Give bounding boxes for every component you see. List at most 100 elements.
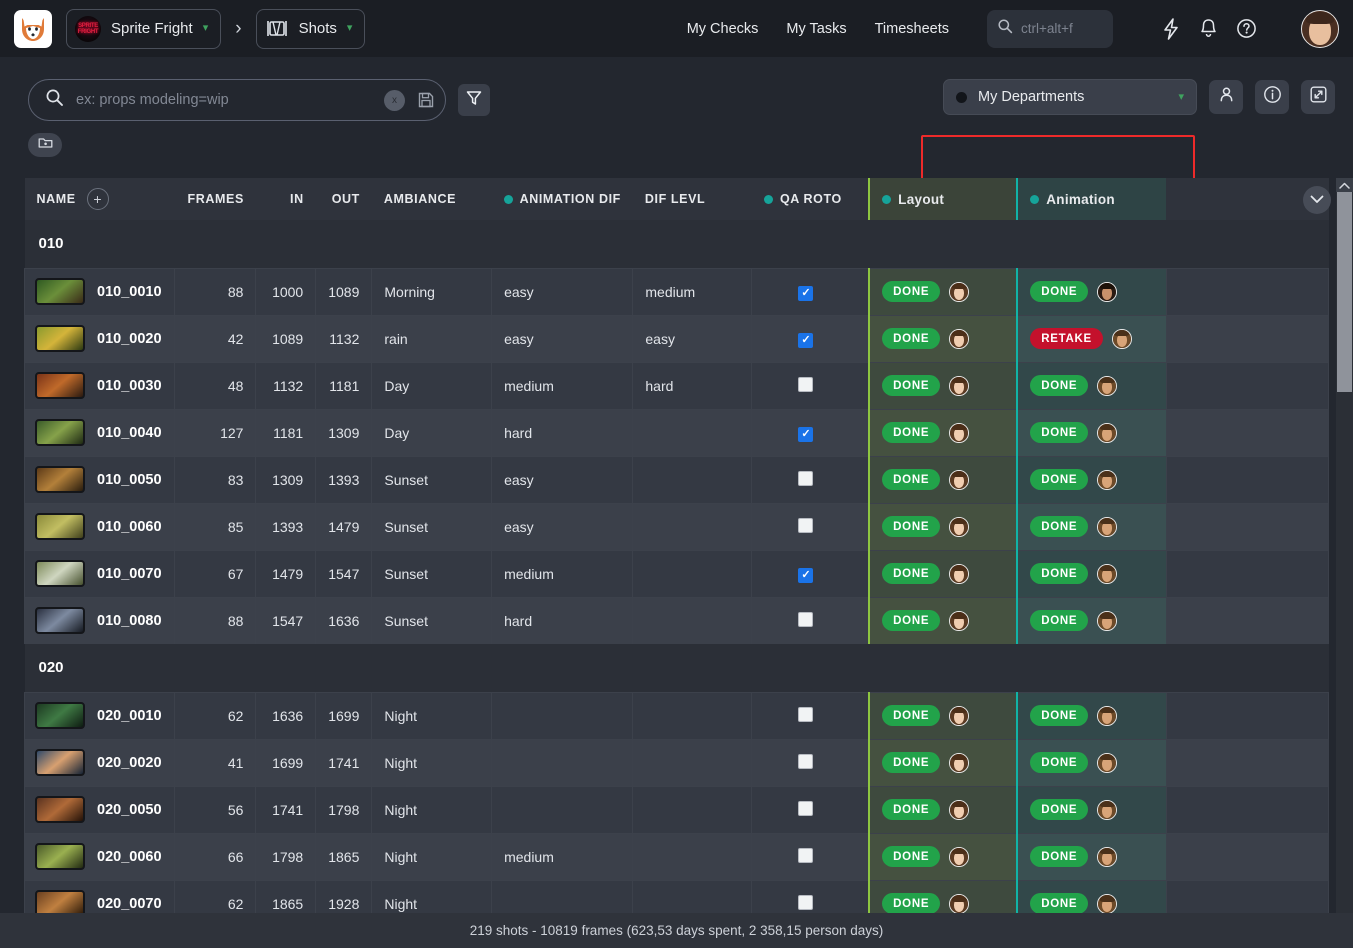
- cell-frames[interactable]: 42: [174, 314, 257, 362]
- cell-out[interactable]: 1636: [315, 596, 373, 644]
- cell-qaroto[interactable]: [751, 455, 870, 503]
- table-row[interactable]: 010_0070 67 1479 1547 Sunset medium ✓ DONE DONE: [24, 549, 1329, 597]
- shot-thumbnail[interactable]: [35, 843, 85, 870]
- folder-toggle-button[interactable]: [28, 133, 62, 157]
- task-assignee-avatar[interactable]: [949, 281, 970, 302]
- cell-out[interactable]: 1309: [315, 408, 373, 456]
- cell-diflevl[interactable]: [632, 455, 753, 503]
- cell-frames[interactable]: 62: [174, 879, 257, 913]
- cell-out[interactable]: 1181: [315, 361, 373, 409]
- cell-in[interactable]: 1636: [255, 691, 317, 739]
- task-status-pill[interactable]: DONE: [882, 705, 941, 726]
- clear-search-button[interactable]: x: [384, 89, 405, 111]
- cell-task-layout[interactable]: DONE: [868, 502, 1018, 550]
- cell-in[interactable]: 1479: [255, 549, 317, 597]
- cell-name[interactable]: 020_0070: [24, 879, 175, 913]
- column-header-diflevl[interactable]: DIF LEVL: [632, 178, 752, 220]
- cell-task-layout[interactable]: DONE: [868, 596, 1018, 644]
- task-assignee-avatar[interactable]: [1097, 752, 1118, 773]
- cell-name[interactable]: 010_0020: [24, 314, 175, 362]
- cell-diflevl[interactable]: medium: [632, 267, 753, 315]
- table-row[interactable]: 010_0060 85 1393 1479 Sunset easy DONE DONE: [24, 502, 1329, 550]
- scrollbar-thumb[interactable]: [1337, 192, 1352, 392]
- cell-ambiance[interactable]: Night: [371, 832, 493, 880]
- cell-diflevl[interactable]: [632, 785, 753, 833]
- column-header-animdif[interactable]: ANIMATION DIF: [491, 178, 633, 220]
- task-assignee-avatar[interactable]: [1097, 799, 1118, 820]
- qa-roto-checkbox[interactable]: [798, 753, 814, 769]
- task-assignee-avatar[interactable]: [1097, 469, 1118, 490]
- qa-roto-checkbox[interactable]: ✓: [798, 285, 814, 301]
- cell-ambiance[interactable]: rain: [371, 314, 493, 362]
- cell-qaroto[interactable]: [751, 738, 870, 786]
- collapse-columns-button[interactable]: [1303, 186, 1331, 214]
- table-row[interactable]: 020_0050 56 1741 1798 Night DONE DONE: [24, 785, 1329, 833]
- task-status-pill[interactable]: DONE: [882, 846, 941, 867]
- nav-timesheets[interactable]: Timesheets: [875, 21, 949, 37]
- qa-roto-checkbox[interactable]: [798, 376, 814, 392]
- shot-thumbnail[interactable]: [35, 796, 85, 823]
- qa-roto-checkbox[interactable]: ✓: [798, 426, 814, 442]
- cell-out[interactable]: 1089: [315, 267, 373, 315]
- shot-thumbnail[interactable]: [35, 325, 85, 352]
- cell-name[interactable]: 010_0030: [24, 361, 175, 409]
- cell-ambiance[interactable]: Sunset: [371, 596, 493, 644]
- cell-diflevl[interactable]: [632, 738, 753, 786]
- cell-out[interactable]: 1132: [315, 314, 373, 362]
- cell-animdif[interactable]: hard: [491, 596, 634, 644]
- task-status-pill[interactable]: DONE: [1030, 281, 1089, 302]
- cell-animdif[interactable]: [491, 879, 634, 913]
- cell-out[interactable]: 1865: [315, 832, 373, 880]
- shot-thumbnail[interactable]: [35, 372, 85, 399]
- cell-qaroto[interactable]: [751, 361, 870, 409]
- task-assignee-avatar[interactable]: [949, 752, 970, 773]
- cell-in[interactable]: 1309: [255, 455, 317, 503]
- cell-task-animation[interactable]: DONE: [1016, 832, 1167, 880]
- cell-out[interactable]: 1928: [315, 879, 373, 913]
- cell-out[interactable]: 1798: [315, 785, 373, 833]
- task-status-pill[interactable]: DONE: [882, 375, 941, 396]
- cell-diflevl[interactable]: [632, 549, 753, 597]
- task-status-pill[interactable]: DONE: [882, 281, 941, 302]
- project-selector[interactable]: SPRITE FRIGHT Sprite Fright ▾: [66, 8, 222, 49]
- cell-animdif[interactable]: [491, 785, 634, 833]
- shot-thumbnail[interactable]: [35, 513, 85, 540]
- cell-diflevl[interactable]: [632, 832, 753, 880]
- task-assignee-avatar[interactable]: [949, 610, 970, 631]
- section-selector[interactable]: Shots ▾: [255, 8, 366, 49]
- cell-frames[interactable]: 41: [174, 738, 257, 786]
- column-header-frames[interactable]: FRAMES: [174, 178, 256, 220]
- cell-in[interactable]: 1089: [255, 314, 317, 362]
- cell-diflevl[interactable]: [632, 596, 753, 644]
- cell-task-animation[interactable]: DONE: [1016, 785, 1167, 833]
- cell-ambiance[interactable]: Night: [371, 738, 493, 786]
- cell-ambiance[interactable]: Day: [371, 361, 493, 409]
- shot-thumbnail[interactable]: [35, 419, 85, 446]
- cell-in[interactable]: 1741: [255, 785, 317, 833]
- task-status-pill[interactable]: DONE: [882, 328, 941, 349]
- table-row[interactable]: 010_0040 127 1181 1309 Day hard ✓ DONE DONE: [24, 408, 1329, 456]
- cell-task-layout[interactable]: DONE: [868, 691, 1018, 739]
- table-row[interactable]: 010_0010 88 1000 1089 Morning easy medium ✓ DONE…: [24, 267, 1329, 315]
- task-assignee-avatar[interactable]: [1111, 328, 1132, 349]
- cell-task-animation[interactable]: DONE: [1016, 549, 1167, 597]
- task-status-pill[interactable]: RETAKE: [1030, 328, 1103, 349]
- cell-ambiance[interactable]: Morning: [371, 267, 493, 315]
- task-status-pill[interactable]: DONE: [882, 469, 941, 490]
- cell-in[interactable]: 1393: [255, 502, 317, 550]
- column-header-in[interactable]: IN: [255, 178, 316, 220]
- cell-in[interactable]: 1181: [255, 408, 317, 456]
- cell-qaroto[interactable]: ✓: [751, 267, 870, 315]
- table-row[interactable]: 020_0070 62 1865 1928 Night DONE DONE: [24, 879, 1329, 913]
- task-status-pill[interactable]: DONE: [1030, 469, 1089, 490]
- task-assignee-avatar[interactable]: [949, 563, 970, 584]
- cell-out[interactable]: 1699: [315, 691, 373, 739]
- table-row[interactable]: 020_0020 41 1699 1741 Night DONE DONE: [24, 738, 1329, 786]
- cell-in[interactable]: 1798: [255, 832, 317, 880]
- cell-name[interactable]: 020_0060: [24, 832, 175, 880]
- cell-task-layout[interactable]: DONE: [868, 408, 1018, 456]
- task-assignee-avatar[interactable]: [1097, 893, 1118, 913]
- bell-icon[interactable]: [1199, 18, 1218, 39]
- cell-ambiance[interactable]: Night: [371, 691, 493, 739]
- task-status-pill[interactable]: DONE: [1030, 799, 1089, 820]
